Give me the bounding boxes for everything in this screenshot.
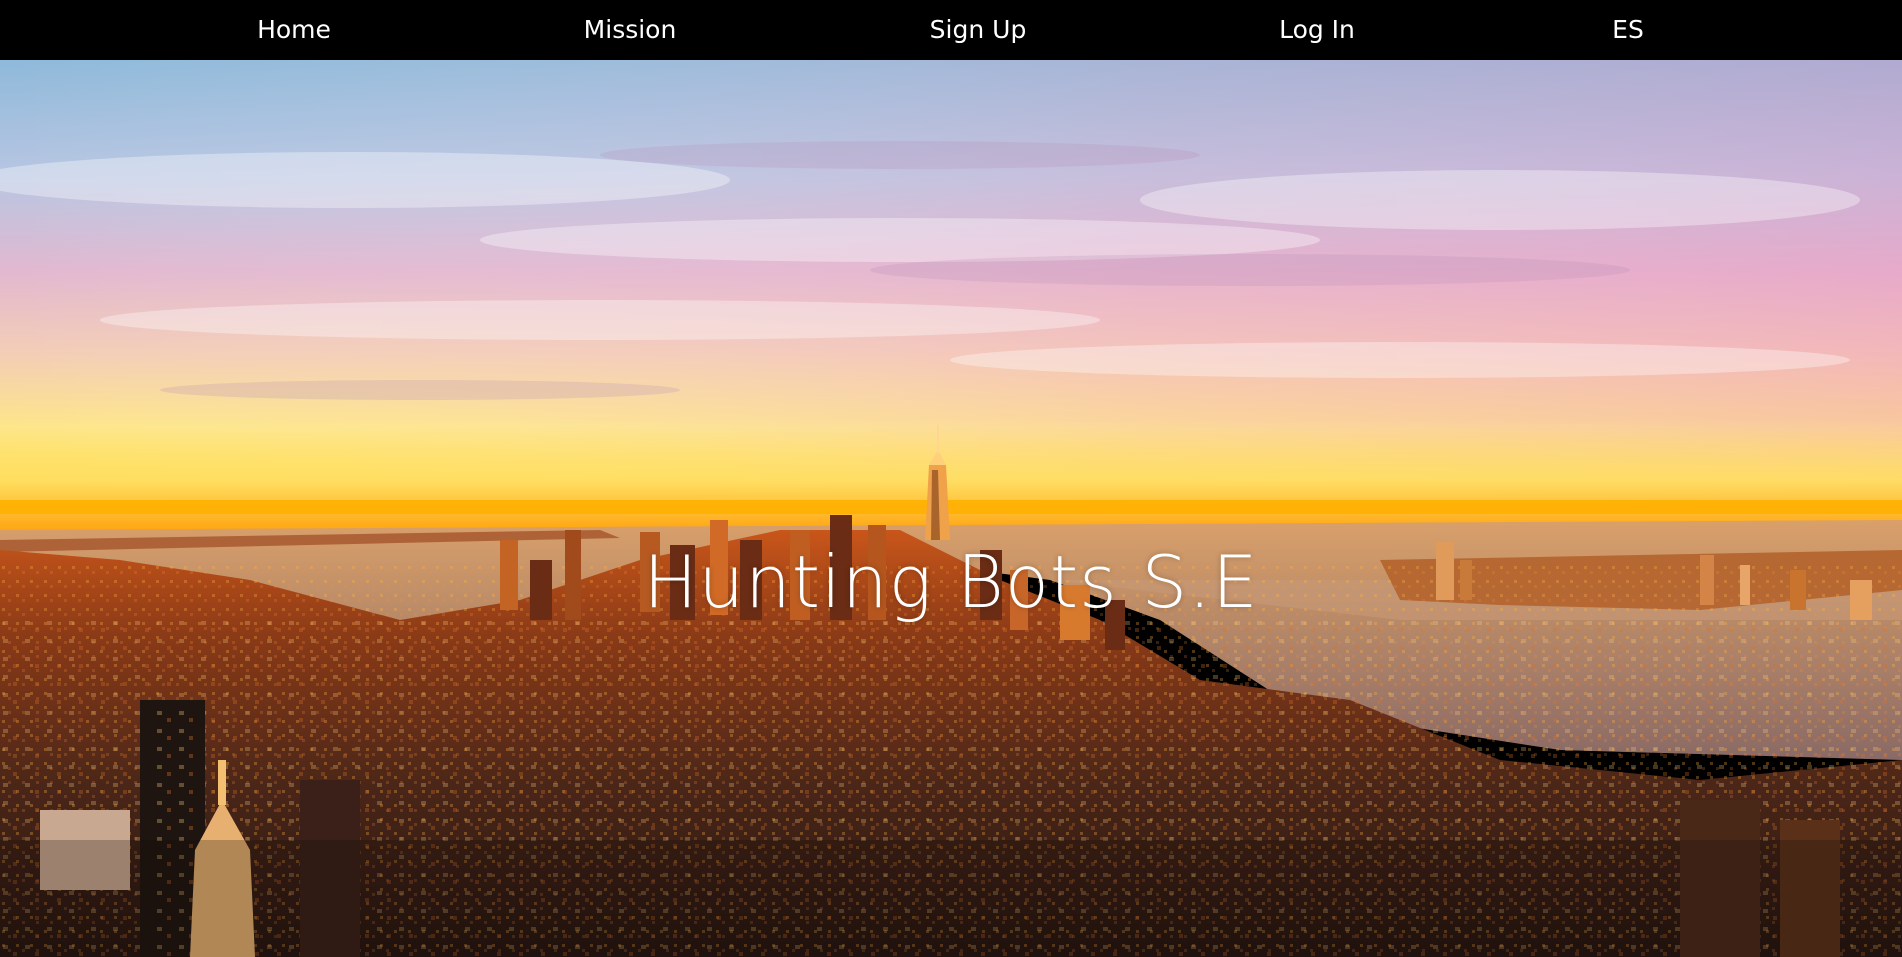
hero-background-image bbox=[0, 60, 1902, 957]
hero-section: Hunting Bots S.E bbox=[0, 60, 1902, 957]
language-toggle[interactable]: ES bbox=[1612, 0, 1644, 60]
hero-title: Hunting Bots S.E bbox=[643, 540, 1259, 624]
nav-link-sign-up[interactable]: Sign Up bbox=[930, 0, 1027, 60]
nav-link-home[interactable]: Home bbox=[257, 0, 331, 60]
top-navigation-bar: Home Mission Sign Up Log In ES bbox=[0, 0, 1902, 60]
nav-link-mission[interactable]: Mission bbox=[584, 0, 677, 60]
nav-link-log-in[interactable]: Log In bbox=[1279, 0, 1355, 60]
